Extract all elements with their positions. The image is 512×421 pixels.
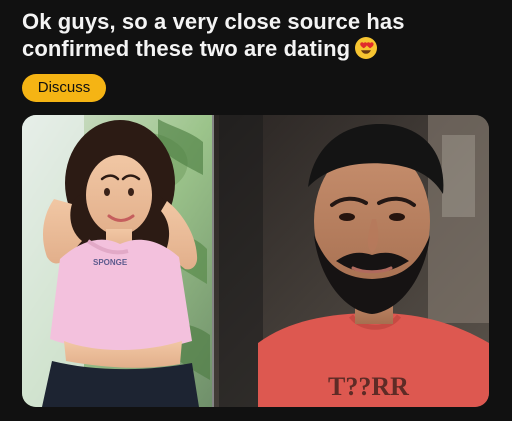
discuss-tag[interactable]: Discuss [22, 74, 106, 102]
left-photo-image: SPONGE [22, 115, 212, 407]
post-title-text: Ok guys, so a very close source has conf… [22, 9, 405, 61]
post-image[interactable]: SPONGE T??RR [22, 115, 489, 407]
post-card: Ok guys, so a very close source has conf… [0, 0, 512, 421]
left-shirt-text: SPONGE [93, 258, 128, 267]
right-shirt-text: T??RR [328, 372, 409, 401]
right-photo-image: T??RR [214, 115, 489, 407]
post-title[interactable]: Ok guys, so a very close source has conf… [22, 8, 492, 66]
heart-eyes-emoji-icon [354, 36, 378, 66]
